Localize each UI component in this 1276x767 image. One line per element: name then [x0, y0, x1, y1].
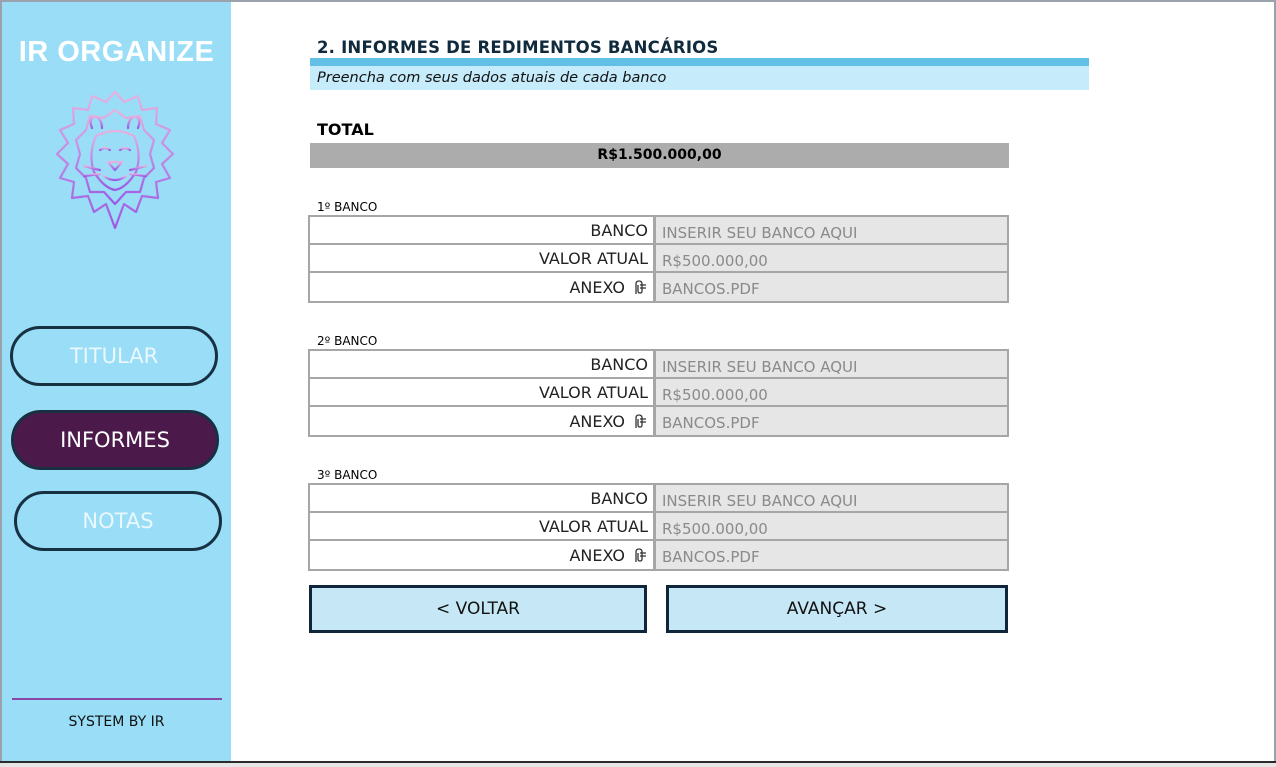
attachment-file[interactable]: BANCOS.PDF: [656, 541, 1007, 569]
current-value-input[interactable]: R$500.000,00: [656, 513, 1007, 539]
bank-row: ANEXO BANCOS.PDF: [310, 541, 1007, 569]
bank-3-table: BANCO INSERIR SEU BANCO AQUI VALOR ATUAL…: [308, 483, 1009, 571]
current-value-label: VALOR ATUAL: [310, 245, 656, 271]
bank-name-input[interactable]: INSERIR SEU BANCO AQUI: [656, 217, 1007, 243]
page-subtitle: Preencha com seus dados atuais de cada b…: [310, 66, 1089, 90]
current-value-label: VALOR ATUAL: [310, 513, 656, 539]
bank-2-table: BANCO INSERIR SEU BANCO AQUI VALOR ATUAL…: [308, 349, 1009, 437]
paperclip-icon[interactable]: [631, 413, 648, 430]
nav-button-titular[interactable]: TITULAR: [10, 326, 218, 386]
paperclip-icon[interactable]: [631, 279, 648, 296]
attachment-label: ANEXO: [310, 541, 656, 569]
bank-name-input[interactable]: INSERIR SEU BANCO AQUI: [656, 351, 1007, 377]
bank-row: VALOR ATUAL R$500.000,00: [310, 245, 1007, 273]
brand-title: IR ORGANIZE: [18, 36, 215, 68]
paperclip-icon[interactable]: [631, 547, 648, 564]
bank-1-table: BANCO INSERIR SEU BANCO AQUI VALOR ATUAL…: [308, 215, 1009, 303]
sidebar: IR ORGANIZE TITULAR INFORMES NOTAS SYSTE…: [2, 2, 231, 761]
sidebar-footer: SYSTEM BY IR: [68, 714, 165, 730]
current-value-label: VALOR ATUAL: [310, 379, 656, 405]
bank-row: BANCO INSERIR SEU BANCO AQUI: [310, 351, 1007, 379]
bank-3-heading: 3º BANCO: [317, 468, 378, 482]
bank-row: VALOR ATUAL R$500.000,00: [310, 379, 1007, 407]
bank-row: ANEXO BANCOS.PDF: [310, 407, 1007, 435]
bank-row: BANCO INSERIR SEU BANCO AQUI: [310, 217, 1007, 245]
attachment-label: ANEXO: [310, 273, 656, 301]
current-value-input[interactable]: R$500.000,00: [656, 379, 1007, 405]
next-button[interactable]: AVANÇAR >: [666, 585, 1008, 633]
attachment-file[interactable]: BANCOS.PDF: [656, 407, 1007, 435]
nav-button-informes[interactable]: INFORMES: [11, 410, 219, 470]
bank-name-label: BANCO: [310, 351, 656, 377]
bank-1-heading: 1º BANCO: [317, 200, 378, 214]
nav-button-notas[interactable]: NOTAS: [14, 491, 222, 551]
attachment-file[interactable]: BANCOS.PDF: [656, 273, 1007, 301]
back-button[interactable]: < VOLTAR: [309, 585, 647, 633]
page-title: 2. INFORMES DE REDIMENTOS BANCÁRIOS: [317, 38, 719, 57]
bank-row: BANCO INSERIR SEU BANCO AQUI: [310, 485, 1007, 513]
total-label: TOTAL: [317, 120, 374, 139]
bank-row: ANEXO BANCOS.PDF: [310, 273, 1007, 301]
bank-name-label: BANCO: [310, 217, 656, 243]
bank-name-input[interactable]: INSERIR SEU BANCO AQUI: [656, 485, 1007, 511]
current-value-input[interactable]: R$500.000,00: [656, 245, 1007, 271]
bank-name-label: BANCO: [310, 485, 656, 511]
bank-row: VALOR ATUAL R$500.000,00: [310, 513, 1007, 541]
attachment-label: ANEXO: [310, 407, 656, 435]
window-statusbar: [0, 763, 1276, 767]
lion-head-icon: [55, 90, 175, 230]
bank-2-heading: 2º BANCO: [317, 334, 378, 348]
total-value: R$1.500.000,00: [310, 143, 1009, 168]
sidebar-divider: [12, 698, 222, 700]
title-accent-bar: [310, 58, 1089, 66]
